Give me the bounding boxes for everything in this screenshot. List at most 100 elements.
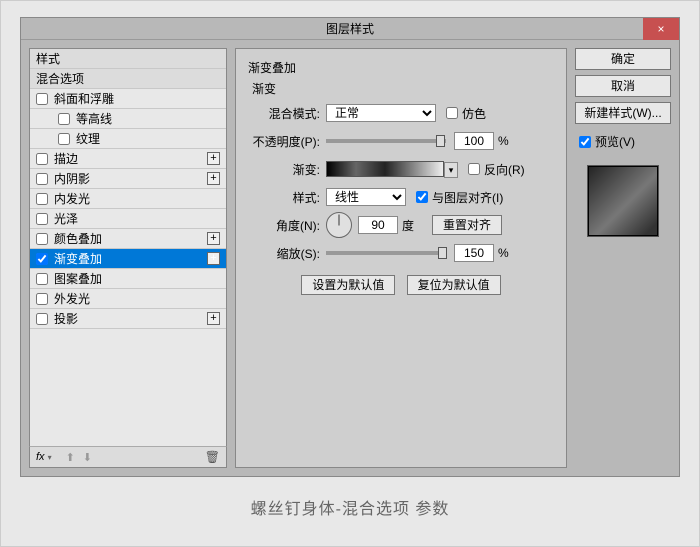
sidebar-item-label: 图案叠加 xyxy=(54,269,102,289)
sidebar-item-label: 内阴影 xyxy=(54,169,90,189)
sidebar-item[interactable]: 等高线 xyxy=(30,109,226,129)
row-style: 样式: 线性 与图层对齐(I) xyxy=(248,187,554,207)
style-checkbox[interactable] xyxy=(36,233,48,245)
style-checkbox[interactable] xyxy=(58,113,70,125)
sidebar-item[interactable]: 内阴影 + xyxy=(30,169,226,189)
row-gradient: 渐变: ▾ 反向(R) xyxy=(248,159,554,179)
slider-thumb[interactable] xyxy=(438,247,447,259)
close-icon: × xyxy=(657,22,664,36)
sidebar-item[interactable]: 纹理 xyxy=(30,129,226,149)
move-down-icon[interactable]: ⬇ xyxy=(83,451,92,464)
row-blend-mode: 混合模式: 正常 仿色 xyxy=(248,103,554,123)
row-scale: 缩放(S): 150 % xyxy=(248,243,554,263)
style-checkbox[interactable] xyxy=(36,293,48,305)
move-up-icon[interactable]: ⬆ xyxy=(66,451,75,464)
style-checkbox[interactable] xyxy=(36,193,48,205)
fx-label: fx xyxy=(36,451,45,463)
row-angle: 角度(N): 90 度 重置对齐 xyxy=(248,215,554,235)
sidebar-item[interactable]: 斜面和浮雕 xyxy=(30,89,226,109)
style-checkbox[interactable] xyxy=(36,93,48,105)
new-style-button[interactable]: 新建样式(W)... xyxy=(575,102,671,124)
blend-mode-select[interactable]: 正常 xyxy=(326,104,436,122)
label-blend: 混合模式: xyxy=(248,105,326,122)
opacity-slider[interactable] xyxy=(326,139,446,143)
scale-slider[interactable] xyxy=(326,251,446,255)
fx-menu-icon[interactable]: ▾ xyxy=(48,453,52,462)
unit-percent: % xyxy=(498,246,509,260)
titlebar: 图层样式 × xyxy=(21,18,679,40)
sidebar-item[interactable]: 颜色叠加 + xyxy=(30,229,226,249)
settings-panel: 渐变叠加 渐变 混合模式: 正常 仿色 不透明度(P): 100 % 渐变: ▾… xyxy=(235,48,567,468)
slider-thumb[interactable] xyxy=(436,135,445,147)
sidebar-item[interactable]: 外发光 xyxy=(30,289,226,309)
style-checkbox[interactable] xyxy=(36,213,48,225)
default-buttons: 设置为默认值 复位为默认值 xyxy=(248,275,554,295)
reset-default-button[interactable]: 复位为默认值 xyxy=(407,275,501,295)
preview-checkbox[interactable]: 预览(V) xyxy=(575,133,671,150)
angle-value[interactable]: 90 xyxy=(358,216,398,234)
gradient-preview[interactable]: ▾ xyxy=(326,161,444,177)
sidebar-item-label: 渐变叠加 xyxy=(54,249,102,269)
scale-value[interactable]: 150 xyxy=(454,244,494,262)
angle-dial[interactable] xyxy=(326,212,352,238)
style-checkbox[interactable] xyxy=(36,253,48,265)
sidebar-item[interactable]: 描边 + xyxy=(30,149,226,169)
add-icon[interactable]: + xyxy=(207,312,220,325)
unit-degree: 度 xyxy=(402,217,414,234)
style-checkbox[interactable] xyxy=(36,313,48,325)
sidebar-item-label: 描边 xyxy=(54,149,78,169)
close-button[interactable]: × xyxy=(643,18,679,40)
sidebar-item-label: 光泽 xyxy=(54,209,78,229)
row-opacity: 不透明度(P): 100 % xyxy=(248,131,554,151)
trash-icon[interactable]: 🗑 xyxy=(205,450,220,464)
sidebar-item-label: 样式 xyxy=(36,49,60,69)
dialog-title: 图层样式 xyxy=(326,22,374,36)
opacity-value[interactable]: 100 xyxy=(454,132,494,150)
set-default-button[interactable]: 设置为默认值 xyxy=(301,275,395,295)
add-icon[interactable]: + xyxy=(207,252,220,265)
sidebar-item-label: 外发光 xyxy=(54,289,90,309)
label-style: 样式: xyxy=(248,189,326,206)
sidebar: 样式混合选项斜面和浮雕等高线纹理描边 + 内阴影 + 内发光光泽颜色叠加 + 渐变叠加 + 图案… xyxy=(29,48,227,468)
sidebar-item[interactable]: 内发光 xyxy=(30,189,226,209)
sidebar-item-label: 等高线 xyxy=(76,109,112,129)
sidebar-item[interactable]: 投影 + xyxy=(30,309,226,329)
style-list: 样式混合选项斜面和浮雕等高线纹理描边 + 内阴影 + 内发光光泽颜色叠加 + 渐变叠加 + 图案… xyxy=(29,48,227,447)
app-frame: 图层样式 × 样式混合选项斜面和浮雕等高线纹理描边 + 内阴影 + 内发光光泽颜色叠加 +… xyxy=(0,0,700,547)
gradient-dropdown-icon[interactable]: ▾ xyxy=(444,162,458,178)
sidebar-item-label: 斜面和浮雕 xyxy=(54,89,114,109)
label-scale: 缩放(S): xyxy=(248,245,326,262)
layer-style-dialog: 图层样式 × 样式混合选项斜面和浮雕等高线纹理描边 + 内阴影 + 内发光光泽颜色叠加 +… xyxy=(20,17,680,477)
sidebar-item-label: 投影 xyxy=(54,309,78,329)
dither-checkbox[interactable]: 仿色 xyxy=(446,105,486,122)
style-select[interactable]: 线性 xyxy=(326,188,406,206)
sidebar-footer: fx ▾ ⬆ ⬇ 🗑 xyxy=(29,446,227,468)
style-checkbox[interactable] xyxy=(36,153,48,165)
panel-subtitle: 渐变 xyxy=(252,80,554,97)
add-icon[interactable]: + xyxy=(207,152,220,165)
sidebar-item[interactable]: 混合选项 xyxy=(30,69,226,89)
caption: 螺丝钉身体-混合选项 参数 xyxy=(9,495,691,519)
style-checkbox[interactable] xyxy=(36,273,48,285)
sidebar-item-label: 颜色叠加 xyxy=(54,229,102,249)
sidebar-item[interactable]: 样式 xyxy=(30,49,226,69)
sidebar-item[interactable]: 光泽 xyxy=(30,209,226,229)
cancel-button[interactable]: 取消 xyxy=(575,75,671,97)
label-opacity: 不透明度(P): xyxy=(248,133,326,150)
style-checkbox[interactable] xyxy=(58,133,70,145)
sidebar-item[interactable]: 渐变叠加 + xyxy=(30,249,226,269)
add-icon[interactable]: + xyxy=(207,172,220,185)
align-checkbox[interactable]: 与图层对齐(I) xyxy=(416,189,503,206)
reset-align-button[interactable]: 重置对齐 xyxy=(432,215,502,235)
ok-button[interactable]: 确定 xyxy=(575,48,671,70)
reverse-checkbox[interactable]: 反向(R) xyxy=(468,161,525,178)
sidebar-item-label: 混合选项 xyxy=(36,69,84,89)
unit-percent: % xyxy=(498,134,509,148)
panel-title: 渐变叠加 xyxy=(248,59,554,76)
style-checkbox[interactable] xyxy=(36,173,48,185)
sidebar-item[interactable]: 图案叠加 xyxy=(30,269,226,289)
right-panel: 确定 取消 新建样式(W)... 预览(V) xyxy=(575,48,671,468)
preview-swatch xyxy=(587,165,659,237)
add-icon[interactable]: + xyxy=(207,232,220,245)
label-gradient: 渐变: xyxy=(248,161,326,178)
